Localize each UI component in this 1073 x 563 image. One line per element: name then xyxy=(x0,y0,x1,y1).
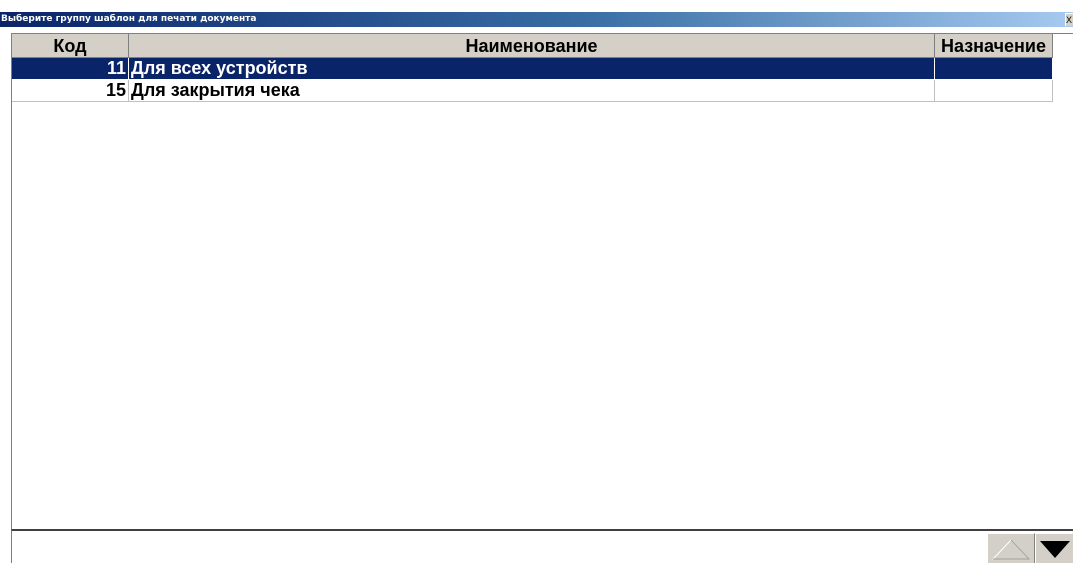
cell-name: Для всех устройств xyxy=(129,58,935,80)
title-bar: Выберите группу шаблон для печати докуме… xyxy=(0,12,1073,27)
cell-code: 15 xyxy=(12,80,129,102)
close-icon: X xyxy=(1066,15,1073,25)
scroll-up-button[interactable] xyxy=(987,533,1035,563)
template-group-table[interactable]: Код Наименование Назначение 11 Для всех … xyxy=(11,33,1073,529)
column-header-name[interactable]: Наименование xyxy=(129,34,935,58)
scroll-down-button[interactable] xyxy=(1035,533,1073,563)
close-button[interactable]: X xyxy=(1065,13,1073,26)
table-row[interactable]: 15 Для закрытия чека xyxy=(12,80,1053,102)
column-header-code[interactable]: Код xyxy=(12,34,129,58)
cell-purpose xyxy=(935,58,1053,80)
cell-name: Для закрытия чека xyxy=(129,80,935,102)
table-header: Код Наименование Назначение xyxy=(12,34,1073,58)
cell-code: 11 xyxy=(12,58,129,80)
triangle-up-icon xyxy=(991,539,1031,560)
cell-purpose xyxy=(935,80,1053,102)
table-row[interactable]: 11 Для всех устройств xyxy=(12,58,1053,80)
dialog-window: Выберите группу шаблон для печати докуме… xyxy=(0,0,1073,563)
column-header-purpose[interactable]: Назначение xyxy=(935,34,1053,58)
status-input-area[interactable] xyxy=(11,529,1073,563)
triangle-down-icon xyxy=(1040,541,1070,558)
window-title: Выберите группу шаблон для печати докуме… xyxy=(1,14,257,24)
